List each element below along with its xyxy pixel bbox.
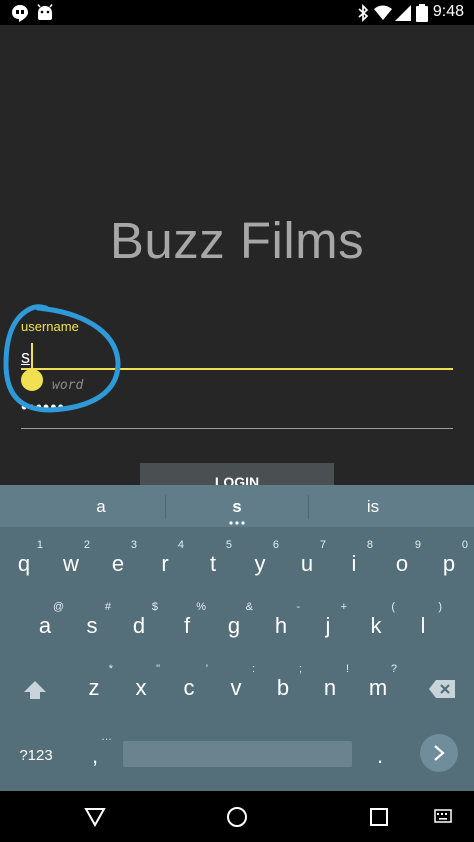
app-title: Buzz Films: [109, 212, 365, 269]
go-button[interactable]: [420, 734, 458, 772]
key-w[interactable]: 2w: [48, 533, 94, 589]
hangouts-icon: [12, 5, 28, 22]
key-c[interactable]: ' c: [166, 657, 212, 713]
key-o[interactable]: 9o: [379, 533, 425, 589]
key-z[interactable]: * z: [71, 657, 117, 713]
key-i[interactable]: 8i: [331, 533, 377, 589]
key-b[interactable]: ; b: [260, 657, 306, 713]
shift-key[interactable]: [12, 661, 58, 717]
login-screen: Buzz Films username s word •••••• LOGIN: [0, 25, 474, 485]
keyboard-icon[interactable]: [434, 809, 452, 825]
key-q[interactable]: 1q: [1, 533, 47, 589]
android-debug-icon: [37, 4, 53, 20]
key-r[interactable]: 4r: [142, 533, 188, 589]
more-suggestions-icon: [229, 521, 245, 525]
key-v[interactable]: :v: [213, 657, 259, 713]
password-field-hint[interactable]: word: [52, 378, 83, 393]
chevron-right-icon: [434, 745, 445, 761]
suggestion-3[interactable]: is: [309, 485, 437, 527]
backspace-key[interactable]: [416, 661, 466, 717]
key-m[interactable]: ? m: [355, 657, 401, 713]
key-g[interactable]: & g: [211, 595, 257, 651]
username-field[interactable]: s: [21, 347, 30, 368]
key-l[interactable]: ) l: [400, 595, 446, 651]
status-bar: 9:48: [0, 0, 474, 25]
spacebar[interactable]: [123, 741, 352, 767]
wifi-icon: [374, 5, 392, 20]
key-x[interactable]: " x: [118, 657, 164, 713]
key-u[interactable]: 7u: [284, 533, 330, 589]
key-e[interactable]: 3e: [95, 533, 141, 589]
key-k[interactable]: (k: [353, 595, 399, 651]
key-f[interactable]: % f: [164, 595, 210, 651]
username-underline: [21, 368, 453, 370]
password-underline: [21, 428, 453, 429]
recents-icon[interactable]: [369, 807, 389, 827]
comma-key[interactable]: … ,: [72, 725, 118, 781]
battery-icon: [416, 4, 428, 22]
home-icon[interactable]: [226, 806, 248, 828]
symbols-key[interactable]: ?123: [10, 725, 62, 781]
back-icon[interactable]: [84, 807, 106, 827]
password-field[interactable]: ••••••: [21, 397, 65, 418]
suggestion-1[interactable]: a: [36, 485, 166, 527]
key-s[interactable]: # s: [69, 595, 115, 651]
key-n[interactable]: ! n: [307, 657, 353, 713]
soft-keyboard: a s is 1q 2w 3e 4r 5t 6y 7u 8i 9o 0p @ a …: [0, 485, 474, 791]
period-key[interactable]: .: [357, 725, 403, 781]
status-time: 9:48: [432, 3, 464, 20]
key-a[interactable]: @ a: [22, 595, 68, 651]
key-t[interactable]: 5t: [190, 533, 236, 589]
key-h[interactable]: -h: [258, 595, 304, 651]
bluetooth-icon: [358, 3, 369, 23]
signal-icon: [395, 5, 411, 21]
key-d[interactable]: $ d: [116, 595, 162, 651]
navigation-bar: [0, 791, 474, 842]
key-p[interactable]: 0p: [426, 533, 472, 589]
key-j[interactable]: + j: [305, 595, 351, 651]
backspace-icon: [429, 680, 455, 698]
username-label: username: [21, 319, 79, 334]
suggestion-bar: a s is: [0, 485, 474, 527]
shift-icon: [24, 681, 46, 699]
login-button[interactable]: LOGIN: [140, 463, 334, 485]
key-y[interactable]: 6y: [237, 533, 283, 589]
